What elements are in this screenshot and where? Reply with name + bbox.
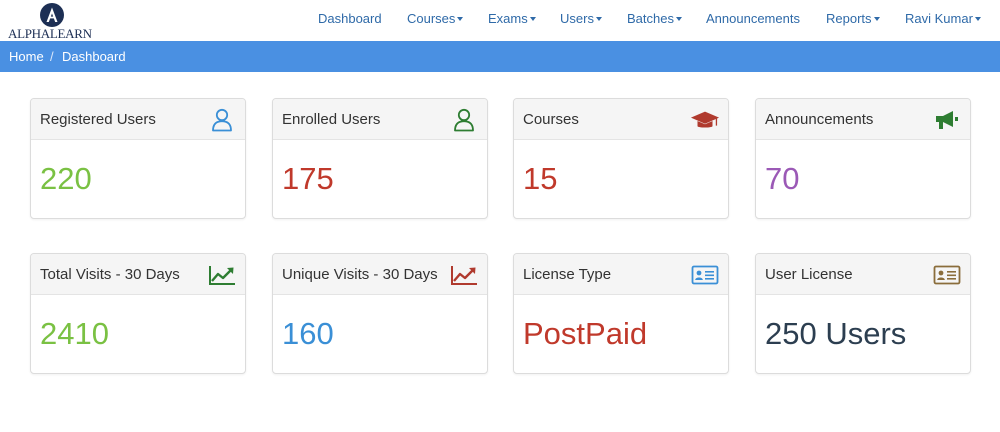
card-user-license[interactable]: User License 250 Users: [755, 253, 971, 374]
card-header: License Type: [514, 254, 728, 295]
brand-name: ALPHALEARN: [8, 26, 92, 41]
nav-announcements-label: Announcements: [706, 11, 800, 26]
nav-courses-label: Courses: [407, 11, 456, 26]
nav-dashboard-label: Dashboard: [318, 11, 382, 26]
nav-users-label: Users: [560, 11, 594, 26]
caret-down-icon: [675, 16, 682, 21]
caret-down-icon: [974, 16, 981, 21]
nav-user-menu-label: Ravi Kumar: [905, 11, 973, 26]
graduation-cap-icon: [690, 107, 720, 133]
card-title: Enrolled Users: [282, 111, 381, 128]
card-title: License Type: [523, 266, 612, 283]
nav-dashboard[interactable]: Dashboard: [318, 11, 382, 26]
id-card-icon: [932, 262, 962, 288]
card-header: Registered Users: [31, 99, 245, 140]
card-value: 15: [523, 161, 558, 196]
id-card-icon: [690, 262, 720, 288]
card-title: User License: [765, 266, 853, 283]
nav-exams-label: Exams: [488, 11, 528, 26]
card-title: Unique Visits - 30 Days: [282, 266, 438, 283]
nav-courses[interactable]: Courses: [407, 11, 464, 26]
megaphone-icon: [932, 107, 962, 133]
nav-batches-label: Batches: [627, 11, 674, 26]
user-outline-icon: [207, 107, 237, 133]
nav-user-menu[interactable]: Ravi Kumar: [905, 11, 981, 26]
logo-mark-icon: [40, 3, 64, 27]
card-header: Unique Visits - 30 Days: [273, 254, 487, 295]
user-outline-icon: [449, 107, 479, 133]
card-value: 160: [282, 316, 334, 351]
caret-down-icon: [457, 16, 464, 21]
card-registered-users[interactable]: Registered Users 220: [30, 98, 246, 219]
card-announcements[interactable]: Announcements 70: [755, 98, 971, 219]
top-navbar: ALPHALEARN Dashboard Courses Exams Users…: [0, 0, 1000, 41]
nav-users[interactable]: Users: [560, 11, 602, 26]
nav-reports[interactable]: Reports: [826, 11, 880, 26]
card-header: Total Visits - 30 Days: [31, 254, 245, 295]
brand-logo[interactable]: ALPHALEARN: [8, 2, 94, 41]
card-value: 250 Users: [765, 316, 907, 351]
nav-announcements[interactable]: Announcements: [706, 11, 800, 26]
nav-batches[interactable]: Batches: [627, 11, 682, 26]
card-header: Enrolled Users: [273, 99, 487, 140]
caret-down-icon: [529, 16, 536, 21]
nav-exams[interactable]: Exams: [488, 11, 536, 26]
card-header: User License: [756, 254, 970, 295]
card-value: PostPaid: [523, 316, 648, 351]
card-value: 70: [765, 161, 800, 196]
card-total-visits[interactable]: Total Visits - 30 Days 2410: [30, 253, 246, 374]
breadcrumb: Home / Dashboard: [0, 41, 1000, 72]
card-unique-visits[interactable]: Unique Visits - 30 Days 160: [272, 253, 488, 374]
card-title: Courses: [523, 111, 579, 128]
caret-down-icon: [873, 16, 880, 21]
card-header: Courses: [514, 99, 728, 140]
card-courses[interactable]: Courses 15: [513, 98, 729, 219]
card-title: Total Visits - 30 Days: [40, 266, 180, 283]
line-chart-icon: [449, 262, 479, 288]
caret-down-icon: [595, 16, 602, 21]
card-enrolled-users[interactable]: Enrolled Users 175: [272, 98, 488, 219]
card-license-type[interactable]: License Type PostPaid: [513, 253, 729, 374]
card-title: Registered Users: [40, 111, 156, 128]
card-value: 220: [40, 161, 92, 196]
card-value: 2410: [40, 316, 109, 351]
card-title: Announcements: [765, 111, 874, 128]
card-value: 175: [282, 161, 334, 196]
card-header: Announcements: [756, 99, 970, 140]
nav-reports-label: Reports: [826, 11, 872, 26]
breadcrumb-home[interactable]: Home: [9, 49, 44, 64]
breadcrumb-separator: /: [50, 49, 54, 64]
breadcrumb-current: Dashboard: [62, 49, 126, 64]
line-chart-icon: [207, 262, 237, 288]
